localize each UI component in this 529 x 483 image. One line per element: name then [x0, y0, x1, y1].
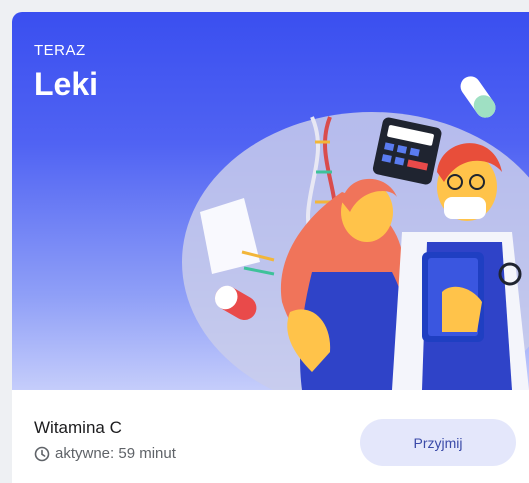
hero-banner: TERAZ Leki [12, 12, 529, 390]
medication-name: Witamina C [34, 418, 122, 437]
clock-icon [34, 446, 50, 461]
medication-card: TERAZ Leki Witamina C aktywne: 59 minut … [12, 12, 529, 483]
take-medication-button[interactable]: Przyjmij [360, 419, 516, 466]
medication-status-text: aktywne: 59 minut [55, 445, 176, 462]
medication-row: Witamina C aktywne: 59 minut Przyjmij [12, 390, 529, 483]
medication-status: aktywne: 59 minut [34, 445, 176, 462]
doctors-illustration [182, 76, 529, 390]
